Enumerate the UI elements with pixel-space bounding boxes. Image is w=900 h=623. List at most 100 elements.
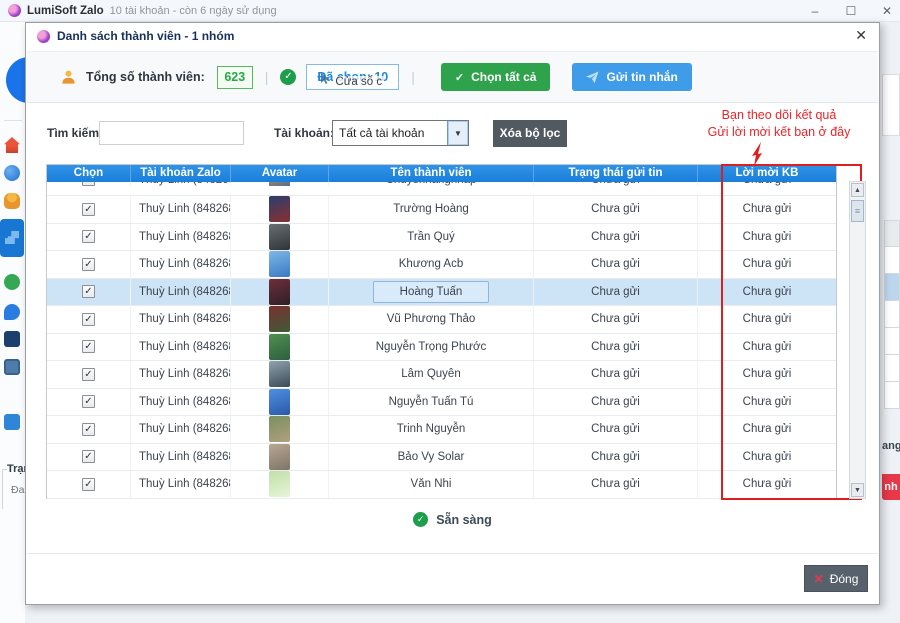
row-checkbox[interactable]: ✓ <box>82 202 95 216</box>
row-select-cell[interactable]: ✓ <box>47 182 131 186</box>
chevron-down-icon[interactable]: ▼ <box>447 121 468 145</box>
table-row[interactable]: ✓ Thuỳ Linh (8482689... Trần Quý Chưa gử… <box>47 223 836 251</box>
row-member-name[interactable]: Vũ Phương Thảo <box>329 306 534 333</box>
row-send-status: Chưa gửi <box>534 196 698 223</box>
row-member-name[interactable]: Trường Hoàng <box>329 196 534 223</box>
clear-filter-button[interactable]: Xóa bộ lọc <box>493 120 567 147</box>
background-table-cells <box>884 220 900 409</box>
row-member-name[interactable]: Khương Acb <box>329 251 534 278</box>
scrollbar-thumb[interactable] <box>851 200 864 222</box>
row-member-name[interactable]: Chuyenhangnhap <box>329 182 534 186</box>
avatar <box>269 361 290 388</box>
table-row[interactable]: ✓ Thuỳ Linh (8482689... Nguyễn Trọng Phư… <box>47 333 836 361</box>
row-checkbox[interactable]: ✓ <box>82 367 95 381</box>
row-member-name[interactable]: Lâm Quyên <box>329 361 534 388</box>
col-header-name[interactable]: Tên thành viên <box>329 165 534 182</box>
table-row[interactable]: ✓ Thuỳ Linh (8482689... Nguyễn Tuấn Tú C… <box>47 388 836 416</box>
row-checkbox[interactable]: ✓ <box>82 285 95 299</box>
row-member-name[interactable]: Trinh Nguyễn <box>329 416 534 443</box>
row-checkbox[interactable]: ✓ <box>82 450 95 464</box>
row-member-name[interactable]: Nguyễn Tuấn Tú <box>329 388 534 415</box>
row-member-name[interactable]: Hoàng Tuấn <box>329 278 534 305</box>
row-invite-status: Chưa gửi <box>742 285 792 298</box>
row-avatar-cell <box>231 278 329 305</box>
row-checkbox[interactable]: ✓ <box>82 340 95 354</box>
globe-icon[interactable] <box>4 165 20 181</box>
table-row[interactable]: ✓ Thuỳ Linh (8482689... Vũ Phương Thảo C… <box>47 306 836 334</box>
col-header-avatar[interactable]: Avatar <box>231 165 329 182</box>
row-select-cell[interactable]: ✓ <box>47 223 131 250</box>
dialog-close-icon[interactable]: ✕ <box>855 27 867 44</box>
row-select-cell[interactable]: ✓ <box>47 333 131 360</box>
col-header-status[interactable]: Trạng thái gửi tin <box>534 165 698 182</box>
background-red-button[interactable]: nh <box>882 474 900 500</box>
table-row[interactable]: ✓ Thuỳ Linh (8482689... Trinh Nguyễn Chư… <box>47 416 836 444</box>
scroll-down-icon[interactable]: ▼ <box>851 483 864 497</box>
col-header-account[interactable]: Tài khoản Zalo <box>131 165 231 182</box>
scroll-up-icon[interactable]: ▲ <box>851 183 864 197</box>
table-row[interactable]: ✓ Thuỳ Linh (8482689... Hoàng Tuấn Chưa … <box>47 278 836 306</box>
sidebar-item-active-group-icon[interactable] <box>0 219 24 257</box>
table-row[interactable]: ✓ Thuỳ Linh (8482689... Khương Acb Chưa … <box>47 251 836 279</box>
avatar <box>269 251 290 278</box>
close-window-button[interactable]: ✕ <box>880 4 894 18</box>
row-invite-status: Chưa gửi <box>742 313 792 326</box>
person-icon[interactable] <box>4 193 20 209</box>
search-input[interactable] <box>99 121 244 145</box>
row-account: Thuỳ Linh (8482689... <box>131 196 231 223</box>
maximize-button[interactable]: ☐ <box>844 4 858 18</box>
row-avatar-cell <box>231 251 329 278</box>
row-checkbox[interactable]: ✓ <box>82 312 95 326</box>
row-checkbox[interactable]: ✓ <box>82 477 95 491</box>
row-select-cell[interactable]: ✓ <box>47 443 131 470</box>
row-select-cell[interactable]: ✓ <box>47 278 131 305</box>
select-all-label: Chọn tất cả <box>471 70 537 84</box>
row-select-cell[interactable]: ✓ <box>47 388 131 415</box>
row-invite-status: Chưa gửi <box>742 203 792 216</box>
row-select-cell[interactable]: ✓ <box>47 471 131 498</box>
row-send-status: Chưa gửi <box>534 416 698 443</box>
row-checkbox[interactable]: ✓ <box>82 422 95 436</box>
col-header-select[interactable]: Chọn <box>47 165 131 182</box>
row-select-cell[interactable]: ✓ <box>47 251 131 278</box>
row-select-cell[interactable]: ✓ <box>47 306 131 333</box>
row-checkbox[interactable]: ✓ <box>82 182 95 186</box>
row-send-status: Chưa gửi <box>534 306 698 333</box>
row-account: Thuỳ Linh (8482689... <box>131 471 231 498</box>
chat-icon[interactable] <box>4 304 20 320</box>
row-select-cell[interactable]: ✓ <box>47 196 131 223</box>
row-invite-status: Chưa gửi <box>742 450 792 463</box>
row-member-name[interactable]: Trần Quý <box>329 223 534 250</box>
row-avatar-cell <box>231 443 329 470</box>
tool-icon[interactable] <box>4 414 20 430</box>
row-member-name[interactable]: Bảo Vy Solar <box>329 443 534 470</box>
table-scrollbar[interactable]: ▲ ▼ <box>849 181 866 499</box>
account-dropdown[interactable]: Tất cả tài khoản ▼ <box>332 120 469 146</box>
row-select-cell[interactable]: ✓ <box>47 416 131 443</box>
row-member-name[interactable]: Văn Nhi <box>329 471 534 498</box>
monitor-icon[interactable] <box>4 359 20 375</box>
row-select-cell[interactable]: ✓ <box>47 361 131 388</box>
app-tile-icon[interactable] <box>4 331 20 347</box>
send-message-button[interactable]: Gửi tin nhắn <box>572 63 692 91</box>
annotation-line2: Gửi lời mời kết bạn ở đây <box>707 125 851 139</box>
phone-icon[interactable] <box>4 274 20 290</box>
table-row[interactable]: ✓ Thuỳ Linh (8482689... Văn Nhi Chưa gửi… <box>47 471 836 499</box>
row-checkbox[interactable]: ✓ <box>82 395 95 409</box>
row-checkbox[interactable]: ✓ <box>82 230 95 244</box>
total-members-label: Tổng số thành viên: <box>86 70 205 84</box>
table-row[interactable]: ✓ Thuỳ Linh (8482689... Trường Hoàng Chư… <box>47 196 836 224</box>
row-checkbox[interactable]: ✓ <box>82 257 95 271</box>
close-dialog-button[interactable]: ✕ Đóng <box>804 565 868 592</box>
row-invite-status: Chưa gửi <box>742 258 792 271</box>
col-header-invite[interactable]: Lời mời KB <box>698 165 836 182</box>
window-title: LumiSoft Zalo <box>27 4 104 17</box>
row-member-name[interactable]: Nguyễn Trọng Phước <box>329 333 534 360</box>
table-row[interactable]: ✓ Thuỳ Linh (8482689... Bảo Vy Solar Chư… <box>47 443 836 471</box>
row-send-status: Chưa gửi <box>534 182 698 186</box>
home-icon[interactable] <box>4 137 20 153</box>
table-row[interactable]: ✓ Thuỳ Linh (8482689... Chuyenhangnhap C… <box>47 182 836 196</box>
minimize-button[interactable]: – <box>808 4 822 18</box>
table-row[interactable]: ✓ Thuỳ Linh (8482689... Lâm Quyên Chưa g… <box>47 361 836 389</box>
select-all-button[interactable]: ✓ Chọn tất cả <box>440 63 551 91</box>
